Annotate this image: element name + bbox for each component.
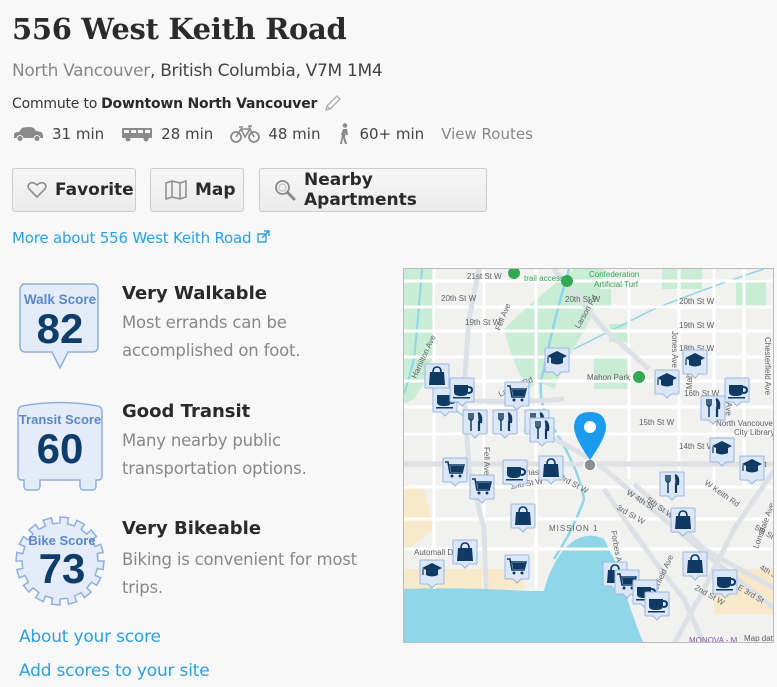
commute-prefix: Commute to: [12, 96, 98, 112]
walk-score-description: Most errands can be accomplished on foot…: [122, 313, 301, 360]
map-label: City Library: [734, 428, 774, 437]
favorite-label: Favorite: [55, 180, 134, 200]
transit-score-badge[interactable]: Transit Score 60: [14, 400, 106, 492]
bike-time: 48 min: [268, 125, 321, 143]
bicycle-icon: [230, 125, 261, 143]
walk-score-value: 82: [37, 305, 84, 352]
poi-grocery-icon[interactable]: [469, 474, 495, 504]
walk-time: 60+ min: [359, 125, 425, 143]
add-scores-link[interactable]: Add scores to your site: [19, 661, 210, 681]
nearby-apartments-button[interactable]: Nearby Apartments: [259, 168, 487, 212]
search-icon: [274, 179, 296, 201]
heart-icon: [27, 181, 47, 199]
poi-shopping-icon[interactable]: [452, 539, 478, 569]
more-about-link[interactable]: More about 556 West Keith Road: [12, 229, 271, 247]
poi-school-icon[interactable]: [709, 437, 735, 467]
map-label: Chesterfield Ave: [763, 337, 772, 396]
poi-restaurant-icon[interactable]: [700, 395, 726, 425]
car-icon: [12, 126, 44, 142]
neighborhood-map[interactable]: 21st St W 20th St W 20th St W 19th St W …: [403, 268, 774, 643]
walk-score-title: Very Walkable: [122, 283, 267, 304]
walking-icon: [337, 123, 351, 145]
poi-cafe-icon[interactable]: [449, 377, 475, 407]
bike-score-badge[interactable]: Bike Score 73: [14, 515, 106, 607]
map-label: 19th St W: [679, 321, 715, 330]
car-time: 31 min: [52, 125, 105, 143]
transit-score-description: Many nearby public transportation option…: [122, 431, 307, 478]
poi-shopping-icon[interactable]: [670, 507, 696, 537]
poi-shopping-icon[interactable]: [538, 455, 564, 485]
walk-score-row: Walk Score 82 Very Walkable Most errands…: [14, 282, 374, 382]
nearby-label: Nearby Apartments: [304, 170, 417, 210]
poi-school-icon[interactable]: [544, 347, 570, 377]
map-label: Map: [195, 180, 236, 200]
bike-score-row: Bike Score 73 Very Bikeable Biking is co…: [14, 515, 374, 615]
poi-restaurant-icon[interactable]: [529, 417, 555, 447]
commute-mode-walk: 60+ min: [337, 123, 424, 145]
about-score-link[interactable]: About your score: [19, 627, 161, 647]
poi-school-icon[interactable]: [682, 349, 708, 379]
poi-grocery-icon[interactable]: [442, 457, 468, 487]
property-title: 556 West Keith Road: [12, 12, 347, 46]
transit-score-row: Transit Score 60 Good Transit Many nearb…: [14, 400, 374, 500]
map-label: 15th St W: [639, 418, 675, 427]
bike-score-title: Very Bikeable: [122, 518, 262, 539]
commute-mode-bike: 48 min: [230, 125, 320, 143]
map-label: Automall Dr: [414, 548, 456, 557]
map-label: 21st St W: [467, 272, 502, 281]
location-pin-icon[interactable]: [571, 409, 609, 461]
commute-destination[interactable]: Downtown North Vancouver: [101, 96, 317, 112]
map-label: Artificial Turf: [594, 280, 639, 289]
commute-mode-bus: 28 min: [121, 125, 213, 143]
bus-icon: [121, 126, 153, 142]
poi-school-icon[interactable]: [654, 369, 680, 399]
view-routes-link[interactable]: View Routes: [441, 125, 533, 143]
commute-modes: 31 min 28 min 48 min 60+ min View Routes: [12, 123, 533, 145]
poi-restaurant-icon[interactable]: [462, 409, 488, 439]
favorite-button[interactable]: Favorite: [12, 168, 136, 212]
map-label: trail access: [524, 274, 564, 283]
external-link-icon: [257, 229, 271, 247]
map-label: Mahon Park: [587, 373, 631, 382]
map-icon: [165, 180, 187, 200]
map-button[interactable]: Map: [150, 168, 244, 212]
walk-score-badge[interactable]: Walk Score 82: [14, 282, 106, 374]
poi-school-icon[interactable]: [419, 559, 445, 589]
poi-restaurant-icon[interactable]: [492, 409, 518, 439]
map-label: Jones Ave: [670, 331, 679, 368]
more-about-text: More about 556 West Keith Road: [12, 229, 252, 247]
map-label: 20th St W: [679, 297, 715, 306]
poi-cafe-icon[interactable]: [644, 591, 670, 621]
bike-score-value: 73: [39, 545, 86, 592]
bus-time: 28 min: [161, 125, 214, 143]
poi-restaurant-icon[interactable]: [659, 471, 685, 501]
bike-score-description: Biking is convenient for most trips.: [122, 550, 357, 597]
map-label: Map dat: [744, 634, 774, 643]
transit-score-title: Good Transit: [122, 401, 251, 422]
city-link[interactable]: North Vancouver: [12, 61, 150, 81]
poi-shopping-icon[interactable]: [510, 503, 536, 533]
poi-cafe-icon[interactable]: [724, 377, 750, 407]
poi-cafe-icon[interactable]: [502, 459, 528, 489]
map-label: MISSION 1: [549, 524, 598, 533]
map-label: Confederation: [589, 270, 639, 279]
map-label: Fell Ave: [482, 447, 491, 476]
pencil-icon[interactable]: [323, 95, 343, 113]
map-label: MONOVA - M: [689, 636, 738, 643]
poi-grocery-icon[interactable]: [504, 554, 530, 584]
poi-school-icon[interactable]: [739, 455, 765, 485]
poi-shopping-icon[interactable]: [682, 551, 708, 581]
transit-score-value: 60: [37, 425, 84, 472]
poi-grocery-icon[interactable]: [504, 381, 530, 411]
region-postal: , British Columbia, V7M 1M4: [149, 61, 383, 81]
map-label: 20th St W: [441, 294, 477, 303]
commute-line: Commute to Downtown North Vancouver: [12, 95, 343, 113]
address: North Vancouver, British Columbia, V7M 1…: [12, 61, 383, 81]
poi-cafe-icon[interactable]: [712, 569, 738, 599]
commute-mode-car: 31 min: [12, 125, 104, 143]
